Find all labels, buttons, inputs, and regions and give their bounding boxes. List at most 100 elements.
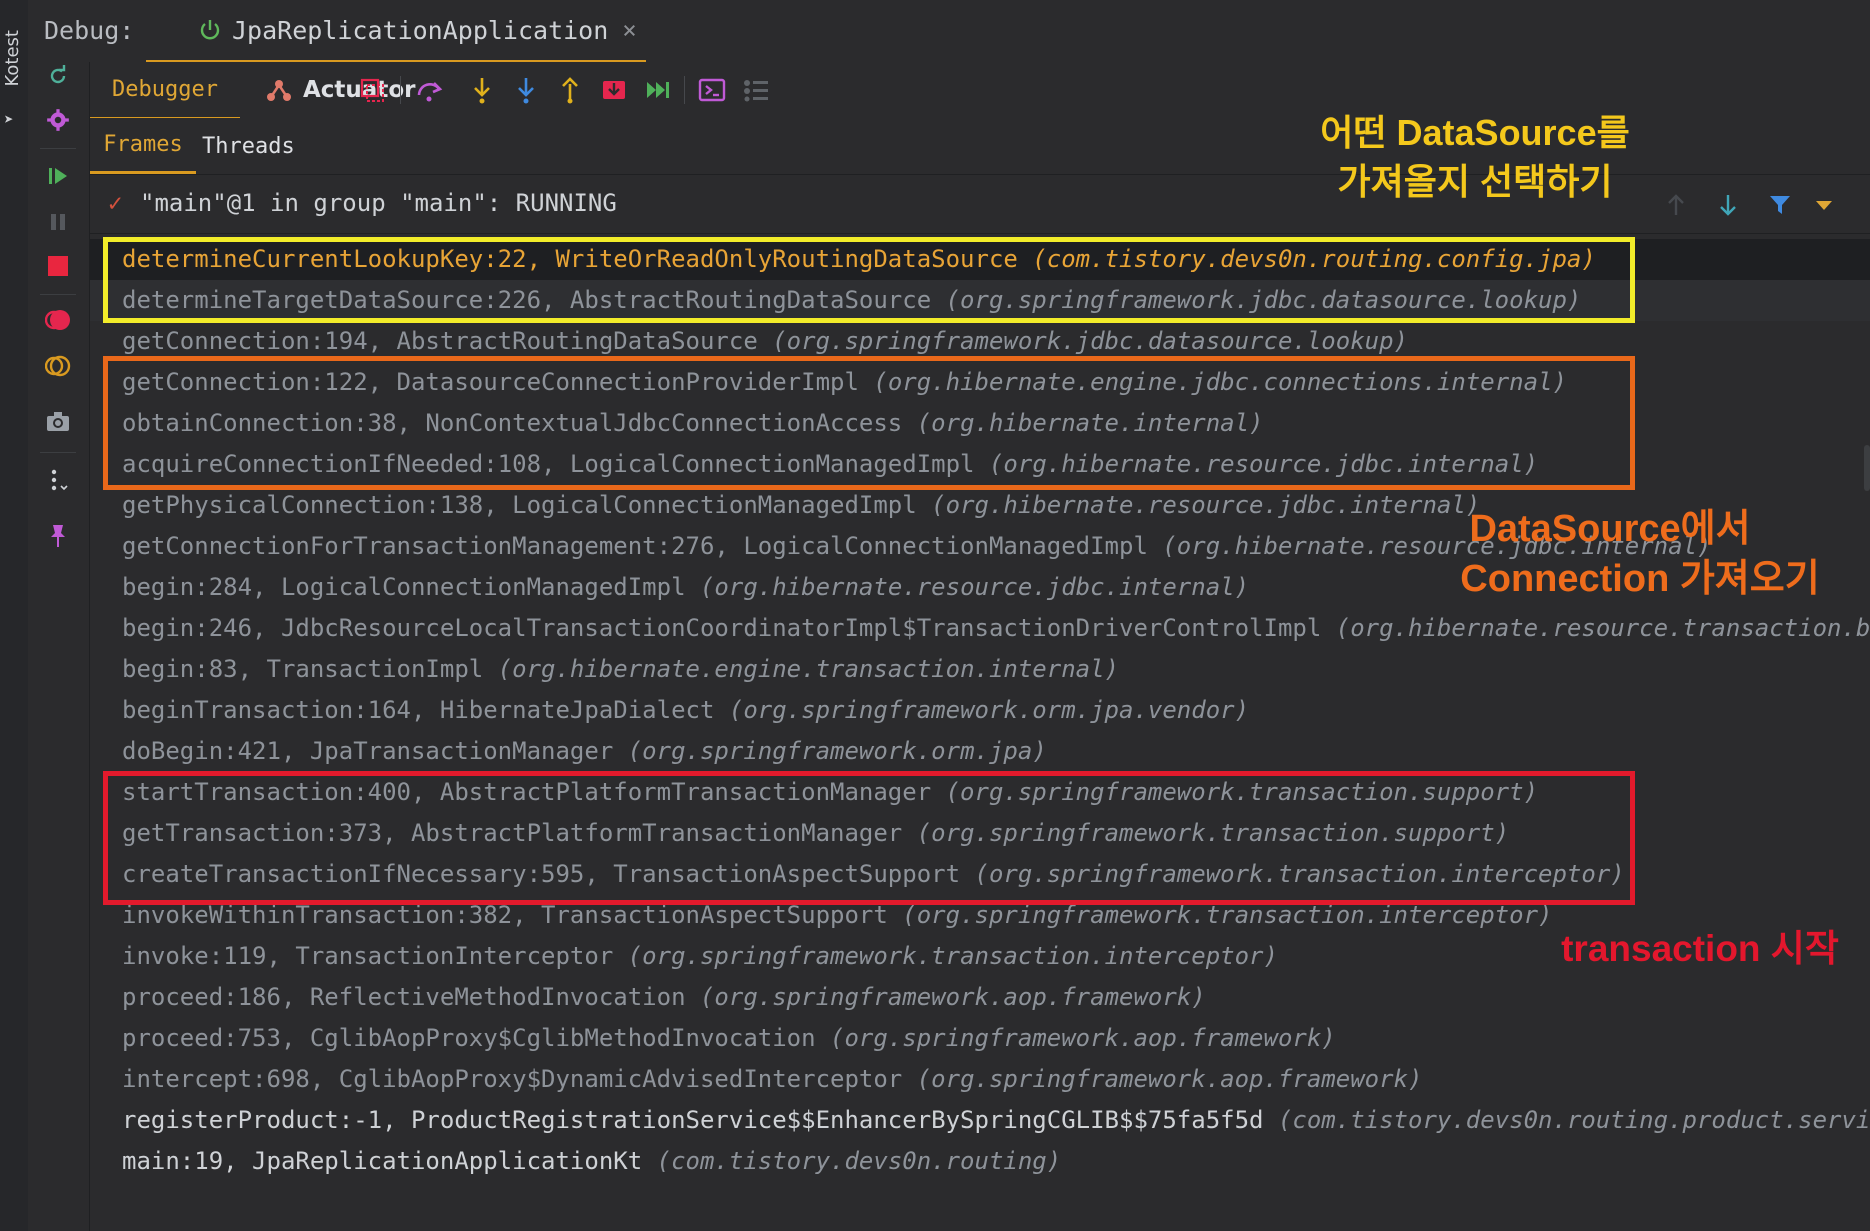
frame-package: (org.springframework.orm.jpa)	[627, 737, 1047, 765]
frame-method: begin:246, JdbcResourceLocalTransactionC…	[122, 614, 1322, 642]
frame-method: determineTargetDataSource:226, AbstractR…	[122, 286, 932, 314]
frame-package: (org.springframework.aop.framework)	[916, 1065, 1423, 1093]
arrow-up-icon[interactable]	[1662, 191, 1690, 219]
stack-frame-row[interactable]: obtainConnection:38, NonContextualJdbcCo…	[90, 403, 1870, 444]
pause-icon[interactable]	[44, 208, 72, 236]
settings-gear-icon[interactable]	[44, 106, 72, 134]
run-to-cursor-icon[interactable]	[642, 74, 674, 106]
frame-package: (org.springframework.aop.framework)	[699, 983, 1206, 1011]
check-icon: ✓	[108, 189, 123, 217]
view-breakpoints-icon[interactable]	[44, 306, 72, 334]
drop-frame-icon[interactable]	[598, 74, 630, 106]
frame-method: main:19, JpaReplicationApplicationKt	[122, 1147, 643, 1175]
stack-frame-row[interactable]: determineCurrentLookupKey:22, WriteOrRea…	[90, 239, 1870, 280]
kotest-icon: ➤	[4, 110, 14, 129]
frame-package: (org.hibernate.engine.transaction.intern…	[497, 655, 1120, 683]
frame-method: proceed:186, ReflectiveMethodInvocation	[122, 983, 686, 1011]
stack-frame-row[interactable]: intercept:698, CglibAopProxy$DynamicAdvi…	[90, 1059, 1870, 1100]
tab-threads[interactable]: Threads	[202, 118, 295, 174]
force-step-into-icon[interactable]	[510, 74, 542, 106]
frame-method: doBegin:421, JpaTransactionManager	[122, 737, 614, 765]
stack-frame-row[interactable]: acquireConnectionIfNeeded:108, LogicalCo…	[90, 444, 1870, 485]
frame-package: (com.tistory.devs0n.routing)	[656, 1147, 1062, 1175]
camera-icon[interactable]	[44, 408, 72, 436]
stack-frame-row[interactable]: determineTargetDataSource:226, AbstractR…	[90, 280, 1870, 321]
evaluate-expression-icon[interactable]	[696, 74, 728, 106]
stack-frame-row[interactable]: beginTransaction:164, HibernateJpaDialec…	[90, 690, 1870, 731]
frame-package: (org.springframework.aop.framework)	[830, 1024, 1336, 1052]
stack-frame-row[interactable]: begin:246, JdbcResourceLocalTransactionC…	[90, 608, 1870, 649]
stack-frame-row[interactable]: getConnection:194, AbstractRoutingDataSo…	[90, 321, 1870, 362]
stack-frame-row[interactable]: begin:83, TransactionImpl (org.hibernate…	[90, 649, 1870, 690]
frame-package: (org.springframework.jdbc.datasource.loo…	[772, 327, 1408, 355]
frame-package: (org.springframework.transaction.interce…	[902, 901, 1553, 929]
stop-icon[interactable]	[44, 252, 72, 280]
frame-method: obtainConnection:38, NonContextualJdbcCo…	[122, 409, 903, 437]
debug-tool-rail	[28, 62, 90, 1231]
more-options-icon[interactable]	[44, 466, 72, 494]
stack-frame-row[interactable]: getTransaction:373, AbstractPlatformTran…	[90, 813, 1870, 854]
tab-debugger[interactable]: Debugger	[90, 62, 240, 120]
power-icon	[200, 20, 220, 40]
kotest-side-tab[interactable]: Kotest	[2, 30, 23, 87]
stack-frame-row[interactable]: getConnection:122, DatasourceConnectionP…	[90, 362, 1870, 403]
rail-separator	[40, 294, 76, 295]
frame-method: getPhysicalConnection:138, LogicalConnec…	[122, 491, 917, 519]
frame-method: invokeWithinTransaction:382, Transaction…	[122, 901, 888, 929]
resume-icon[interactable]	[44, 162, 72, 190]
frame-package: (org.springframework.transaction.support…	[916, 819, 1510, 847]
frame-package: (com.tistory.devs0n.routing.config.jpa)	[1032, 245, 1596, 273]
run-config-tab[interactable]: JpaReplicationApplication ×	[146, 0, 646, 63]
frame-package: (org.hibernate.engine.jdbc.connections.i…	[873, 368, 1567, 396]
tab-actuator[interactable]: Actuator	[265, 62, 415, 118]
frame-method: intercept:698, CglibAopProxy$DynamicAdvi…	[122, 1065, 903, 1093]
rail-separator	[40, 452, 76, 453]
annotation-line: 가져올지 선택하기	[1337, 161, 1613, 202]
annotation-line: 어떤 DataSource를	[1320, 112, 1630, 153]
annotation-line: DataSource에서	[1469, 508, 1751, 550]
frame-method: determineCurrentLookupKey:22, WriteOrRea…	[122, 245, 1018, 273]
scrollbar-thumb[interactable]	[1864, 445, 1870, 491]
frame-method: registerProduct:-1, ProductRegistrationS…	[122, 1106, 1264, 1134]
toolbar-separator	[684, 76, 685, 104]
step-out-icon[interactable]	[554, 74, 586, 106]
show-execution-point-icon[interactable]	[356, 74, 388, 106]
frame-package: (org.hibernate.resource.jdbc.internal)	[988, 450, 1539, 478]
filter-icon[interactable]	[1766, 191, 1794, 219]
stack-frame-row[interactable]: main:19, JpaReplicationApplicationKt (co…	[90, 1141, 1870, 1182]
close-icon[interactable]: ×	[622, 16, 636, 44]
stack-frame-row[interactable]: proceed:753, CglibAopProxy$CglibMethodIn…	[90, 1018, 1870, 1059]
frame-method: invoke:119, TransactionInterceptor	[122, 942, 614, 970]
pin-icon[interactable]	[44, 522, 72, 550]
step-into-icon[interactable]	[466, 74, 498, 106]
frame-package: (com.tistory.devs0n.routing.product.serv…	[1277, 1106, 1870, 1134]
frame-package: (org.hibernate.internal)	[916, 409, 1264, 437]
frame-package: (org.hibernate.resource.jdbc.internal)	[699, 573, 1250, 601]
stack-frame-row[interactable]: proceed:186, ReflectiveMethodInvocation …	[90, 977, 1870, 1018]
frame-method: proceed:753, CglibAopProxy$CglibMethodIn…	[122, 1024, 816, 1052]
annotation-datasource-select: 어떤 DataSource를 가져올지 선택하기	[1290, 108, 1660, 206]
frame-method: startTransaction:400, AbstractPlatformTr…	[122, 778, 932, 806]
frame-method: acquireConnectionIfNeeded:108, LogicalCo…	[122, 450, 975, 478]
frame-package: (org.springframework.transaction.interce…	[974, 860, 1625, 888]
side-panel-strip: Kotest ➤	[0, 0, 29, 1231]
annotation-line: Connection 가져오기	[1460, 558, 1820, 600]
stack-frame-row[interactable]: createTransactionIfNecessary:595, Transa…	[90, 854, 1870, 895]
step-over-icon[interactable]	[414, 74, 446, 106]
stack-frame-row[interactable]: startTransaction:400, AbstractPlatformTr…	[90, 772, 1870, 813]
frame-method: createTransactionIfNecessary:595, Transa…	[122, 860, 961, 888]
actuator-icon	[267, 80, 291, 101]
tab-frames[interactable]: Frames	[90, 118, 196, 174]
annotation-connection: DataSource에서 Connection 가져오기	[1420, 504, 1840, 604]
arrow-down-icon[interactable]	[1714, 191, 1742, 219]
stack-frame-row[interactable]: doBegin:421, JpaTransactionManager (org.…	[90, 731, 1870, 772]
stack-frame-row[interactable]: registerProduct:-1, ProductRegistrationS…	[90, 1100, 1870, 1141]
dropdown-icon[interactable]	[1810, 191, 1838, 219]
rerun-icon[interactable]	[44, 62, 72, 90]
frame-package: (org.hibernate.resource.transaction.ba	[1335, 614, 1870, 642]
trace-list-icon[interactable]	[740, 74, 772, 106]
annotation-transaction: transaction 시작	[1561, 928, 1839, 969]
thread-status: "main"@1 in group "main": RUNNING	[140, 189, 617, 217]
debug-title-bar: Debug: JpaReplicationApplication ×	[28, 0, 1870, 63]
mute-breakpoints-icon[interactable]	[44, 352, 72, 380]
